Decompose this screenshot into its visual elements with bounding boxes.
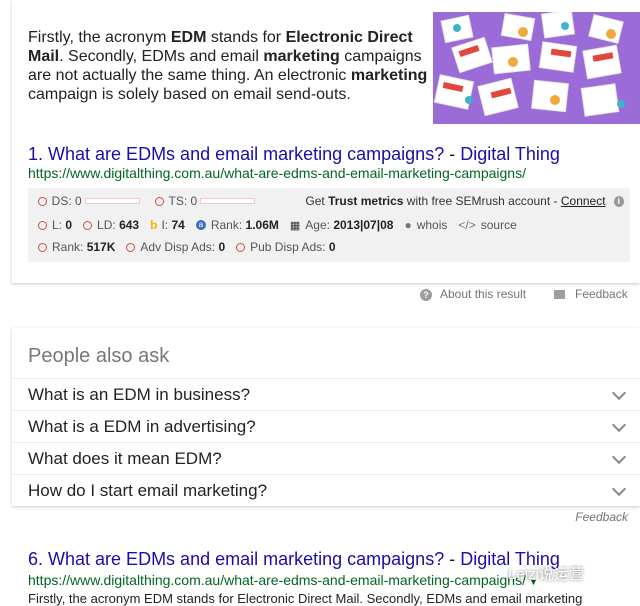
- ld-circle-icon: [83, 220, 93, 230]
- adv-label: Adv Disp Ads:: [140, 240, 216, 254]
- paa-question-label: How do I start email marketing?: [28, 481, 268, 500]
- paa-question-4[interactable]: How do I start email marketing?: [12, 474, 640, 507]
- code-icon: </>: [458, 218, 476, 232]
- rank-metric[interactable]: a Rank: 1.06M: [195, 218, 279, 232]
- snippet-bold-term: EDM: [170, 29, 207, 46]
- result-1-site[interactable]: Digital Thing: [460, 144, 560, 164]
- feedback-icon: [554, 290, 565, 300]
- whois-link[interactable]: ● whois: [404, 218, 447, 232]
- chevron-down-icon: [611, 449, 627, 465]
- snippet-text-part: Firstly, the acronym: [28, 29, 171, 46]
- result-6-url[interactable]: https://www.digitalthing.com.au/what-are…: [28, 572, 538, 588]
- trust-suffix: with free SEMrush account -: [403, 194, 561, 208]
- paa-question-1[interactable]: What is an EDM in business?: [12, 378, 640, 411]
- paa-question-label: What is a EDM in advertising?: [28, 417, 256, 436]
- l-label: L:: [52, 218, 63, 232]
- rank-label: Rank:: [210, 218, 243, 232]
- info-icon[interactable]: i: [613, 195, 625, 207]
- people-also-ask-panel: People also ask What is an EDM in busine…: [12, 328, 640, 506]
- chevron-down-icon: [611, 481, 627, 497]
- bing-icon: b: [150, 218, 158, 232]
- result-1-number: 1.: [28, 144, 44, 164]
- watermark: Leizi说运营: [508, 566, 584, 583]
- trust-bold: Trust metrics: [328, 194, 404, 208]
- person-icon: ●: [404, 218, 412, 232]
- paa-question-3[interactable]: What does it mean EDM?: [12, 442, 640, 475]
- ld-metric[interactable]: LD: 643: [83, 218, 139, 232]
- pub-value: 0: [328, 240, 336, 254]
- rank2-value: 517K: [86, 240, 116, 254]
- snippet-bold-term: marketing: [263, 48, 340, 65]
- snippet-text-part: stands for: [206, 29, 286, 46]
- result-6-separator: -: [444, 549, 461, 569]
- paa-feedback-link[interactable]: Feedback: [575, 510, 628, 524]
- l-circle-icon: [38, 220, 47, 230]
- ts-bar: [200, 198, 256, 204]
- i-label: I:: [161, 218, 169, 232]
- trust-text: Get Trust metrics with free SEMrush acco…: [305, 194, 605, 208]
- age-metric[interactable]: ▦ Age: 2013|07|08: [290, 218, 394, 232]
- l-metric[interactable]: L: 0: [38, 218, 72, 232]
- trust-prefix: Get: [305, 194, 329, 208]
- rank-value: 1.06M: [245, 218, 279, 232]
- alexa-icon: a: [195, 220, 206, 230]
- about-label: About this result: [440, 287, 527, 301]
- snippet-bold-term: marketing: [350, 67, 428, 84]
- pub-metric[interactable]: Pub Disp Ads: 0: [236, 240, 336, 254]
- adv-metric[interactable]: Adv Disp Ads: 0: [126, 240, 225, 254]
- result-1-url[interactable]: https://www.digitalthing.com.au/what-are…: [28, 165, 526, 181]
- help-icon: ?: [420, 289, 432, 301]
- paa-question-2[interactable]: What is a EDM in advertising?: [12, 410, 640, 443]
- l-value: 0: [65, 218, 73, 232]
- ts-circle-icon: [154, 196, 164, 206]
- pub-circle-icon: [236, 242, 246, 252]
- i-value: 74: [171, 218, 185, 232]
- result-6-number: 6.: [28, 549, 44, 569]
- feedback-label-1: Feedback: [575, 287, 628, 301]
- calendar-icon: ▦: [289, 219, 301, 232]
- rank2-label: Rank:: [52, 240, 84, 254]
- rank2-metric[interactable]: Rank: 517K: [38, 240, 115, 254]
- featured-snippet-text: Firstly, the acronym EDM stands for Elec…: [28, 28, 433, 104]
- chevron-down-icon: [611, 385, 627, 401]
- seo-row-3: Rank: 517K Adv Disp Ads: 0 Pub Disp Ads:…: [38, 240, 347, 254]
- ds-bar: [84, 198, 140, 204]
- result-6-snippet: Firstly, the acronym EDM stands for Elec…: [28, 591, 583, 606]
- age-label: Age:: [305, 218, 330, 232]
- i-metric[interactable]: b I: 74: [150, 218, 185, 232]
- whois-label: whois: [416, 218, 448, 232]
- source-label: source: [480, 218, 517, 232]
- snippet-thumbnail-image[interactable]: [433, 12, 640, 124]
- snippet-text-part: . Secondly, EDMs and email: [59, 48, 264, 65]
- ld-value: 643: [119, 218, 140, 232]
- result-card-1: Firstly, the acronym EDM stands for Elec…: [12, 0, 640, 283]
- seo-row-1: DS: 0 TS: 0 Get Trust metrics with free …: [38, 194, 625, 208]
- pub-label: Pub Disp Ads:: [250, 240, 326, 254]
- age-value: 2013|07|08: [333, 218, 394, 232]
- paa-question-label: What does it mean EDM?: [28, 449, 222, 468]
- result-6-title[interactable]: What are EDMs and email marketing campai…: [48, 549, 444, 569]
- result-6-url-text[interactable]: https://www.digitalthing.com.au/what-are…: [28, 572, 526, 588]
- rank2-circle-icon: [38, 242, 47, 252]
- seo-row-2: L: 0 LD: 643 b I: 74 a Rank: 1.06M ▦ Age: 2…: [38, 218, 528, 232]
- feedback-link-1[interactable]: Feedback: [554, 287, 628, 301]
- ts-label[interactable]: TS: 0: [169, 194, 198, 208]
- result-1-separator: -: [444, 144, 461, 164]
- people-also-ask-title: People also ask: [28, 345, 170, 367]
- about-this-result[interactable]: ? About this result: [420, 287, 526, 301]
- connect-link[interactable]: Connect: [561, 194, 606, 208]
- result-1-title-link[interactable]: 1. What are EDMs and email marketing cam…: [28, 144, 560, 165]
- ds-label[interactable]: DS: 0: [52, 194, 82, 208]
- result-6-title-link[interactable]: 6. What are EDMs and email marketing cam…: [28, 549, 560, 570]
- seo-metrics-panel: DS: 0 TS: 0 Get Trust metrics with free …: [28, 188, 630, 262]
- adv-circle-icon: [126, 242, 136, 252]
- paa-question-label: What is an EDM in business?: [28, 385, 251, 404]
- adv-value: 0: [218, 240, 226, 254]
- ld-label: LD:: [97, 218, 116, 232]
- chevron-down-icon: [611, 417, 627, 433]
- snippet-text-part: campaign is solely based on email send-o…: [28, 86, 351, 103]
- result-1-title[interactable]: What are EDMs and email marketing campai…: [48, 144, 444, 164]
- source-link[interactable]: </> source: [458, 218, 516, 232]
- ds-circle-icon: [38, 196, 47, 206]
